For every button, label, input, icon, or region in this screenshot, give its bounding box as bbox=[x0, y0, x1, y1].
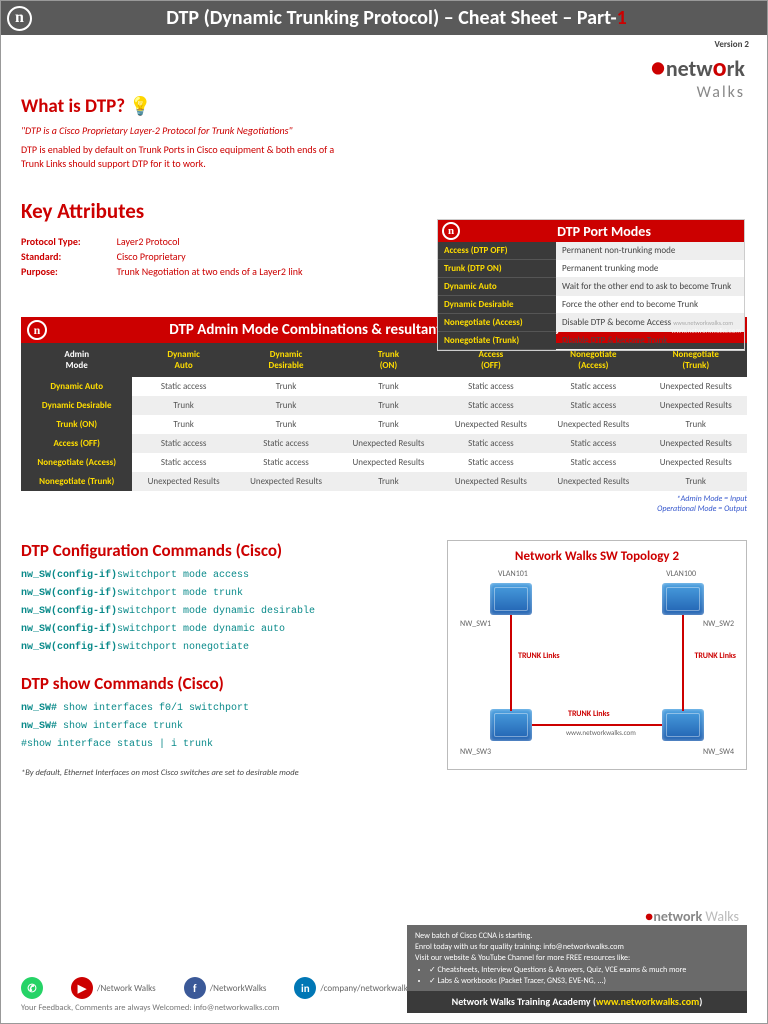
switch-icon bbox=[490, 583, 532, 615]
port-mode-row: Trunk (DTP ON)Permanent trunking mode bbox=[438, 260, 744, 278]
table-row: Access (OFF)Static accessStatic accessUn… bbox=[21, 434, 747, 453]
header-bar: n DTP (Dynamic Trunking Protocol) – Chea… bbox=[1, 1, 767, 35]
table-row: Trunk (ON)TrunkTrunkTrunkUnexpected Resu… bbox=[21, 415, 747, 434]
switch-icon bbox=[662, 709, 704, 741]
table-row: Dynamic AutoStatic accessTrunkTrunkStati… bbox=[21, 377, 747, 396]
youtube-link[interactable]: ▶/Network Walks bbox=[71, 977, 156, 999]
default-mode-note: *By default, Ethernet Interfaces on most… bbox=[21, 768, 429, 778]
youtube-icon: ▶ bbox=[71, 977, 93, 999]
whatsapp-icon: ✆ bbox=[21, 977, 43, 999]
command-line: #show interface status | i trunk bbox=[21, 736, 429, 754]
linkedin-icon: in bbox=[294, 977, 316, 999]
show-commands-heading: DTP show Commands (Cisco) bbox=[21, 673, 429, 694]
combos-table: AdminModeDynamicAutoDynamicDesirableTrun… bbox=[21, 343, 747, 491]
port-mode-row: Access (DTP OFF)Permanent non-trunking m… bbox=[438, 242, 744, 260]
what-is-description: DTP is enabled by default on Trunk Ports… bbox=[21, 143, 341, 170]
facebook-icon: f bbox=[184, 977, 206, 999]
config-commands-list: nw_SW(config-if)switchport mode accessnw… bbox=[21, 567, 429, 657]
table-row: Nonegotiate (Trunk)Unexpected ResultsUne… bbox=[21, 472, 747, 491]
page-title: DTP (Dynamic Trunking Protocol) – Cheat … bbox=[32, 6, 761, 30]
brand-badge-icon: n bbox=[442, 222, 460, 240]
table-row: Nonegotiate (Access)Static accessStatic … bbox=[21, 453, 747, 472]
port-mode-row: Dynamic DesirableForce the other end to … bbox=[438, 296, 744, 314]
show-commands-list: nw_SW# show interfaces f0/1 switchportnw… bbox=[21, 700, 429, 754]
topology-diagram: Network Walks SW Topology 2 VLAN101 VLAN… bbox=[447, 540, 747, 770]
command-line: nw_SW# show interface trunk bbox=[21, 718, 429, 736]
brand-logo: ●network Walks bbox=[650, 51, 745, 102]
whatsapp-link[interactable]: ✆ bbox=[21, 977, 43, 999]
command-line: nw_SW(config-if)switchport mode trunk bbox=[21, 585, 429, 603]
command-line: nw_SW(config-if)switchport mode dynamic … bbox=[21, 603, 429, 621]
brand-badge-icon: n bbox=[7, 6, 32, 31]
port-mode-row: Dynamic AutoWait for the other end to as… bbox=[438, 278, 744, 296]
config-commands-heading: DTP Configuration Commands (Cisco) bbox=[21, 540, 429, 561]
table-row: Dynamic DesirableTrunkTrunkTrunkStatic a… bbox=[21, 396, 747, 415]
promo-box: ●network Walks New batch of Cisco CCNA i… bbox=[407, 925, 747, 1013]
what-is-heading: What is DTP? 💡 bbox=[21, 95, 747, 118]
switch-icon bbox=[490, 709, 532, 741]
command-line: nw_SW(config-if)switchport mode access bbox=[21, 567, 429, 585]
what-is-quote: "DTP is a Cisco Proprietary Layer-2 Prot… bbox=[21, 124, 747, 137]
version-label: Version 2 bbox=[714, 39, 749, 50]
brand-badge-icon: n bbox=[27, 320, 47, 340]
command-line: nw_SW(config-if)switchport nonegotiate bbox=[21, 639, 429, 657]
facebook-link[interactable]: f/NetworkWalks bbox=[184, 977, 267, 999]
linkedin-link[interactable]: in/company/networkwalks bbox=[294, 977, 411, 999]
command-line: nw_SW# show interfaces f0/1 switchport bbox=[21, 700, 429, 718]
lightbulb-icon: 💡 bbox=[129, 95, 151, 117]
port-mode-row: Nonegotiate (Trunk)Disable DTP & become … bbox=[438, 332, 744, 350]
combos-legend: *Admin Mode = InputOperational Mode = Ou… bbox=[21, 494, 747, 514]
command-line: nw_SW(config-if)switchport mode dynamic … bbox=[21, 621, 429, 639]
switch-icon bbox=[662, 583, 704, 615]
